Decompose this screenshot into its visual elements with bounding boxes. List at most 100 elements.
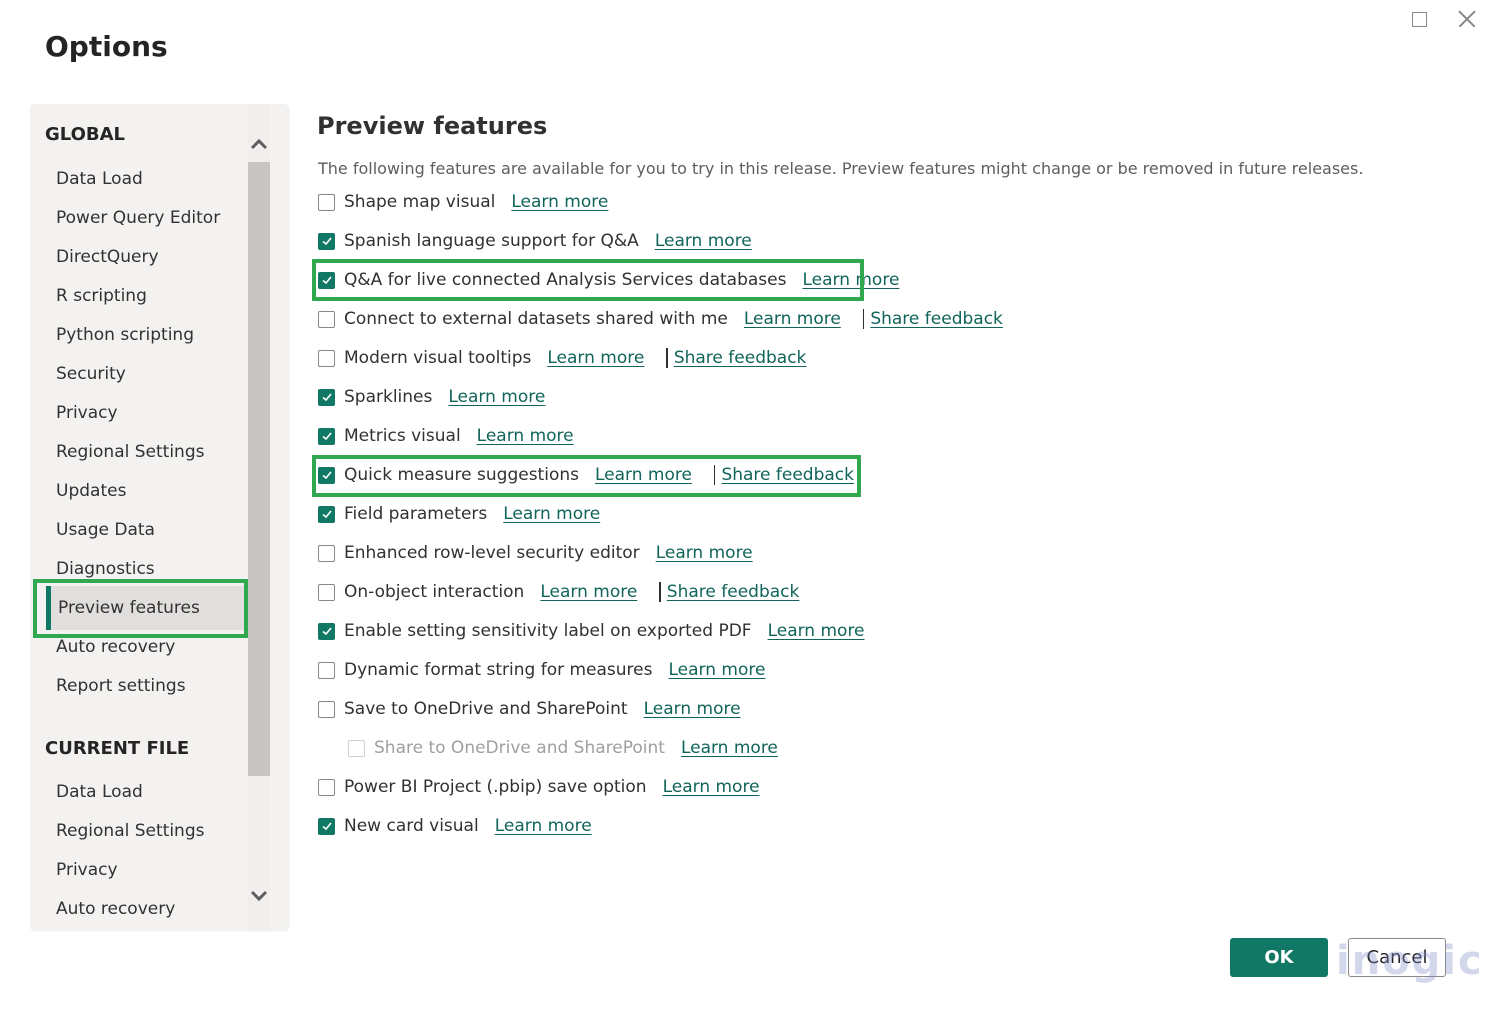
sidebar-item-power-query-editor[interactable]: Power Query Editor (46, 196, 244, 240)
feature-checkbox[interactable] (318, 271, 335, 289)
learn-more-link[interactable]: Learn more (503, 504, 600, 524)
scroll-thumb[interactable] (248, 162, 270, 776)
sidebar-item-diagnostics[interactable]: Diagnostics (46, 547, 244, 591)
feature-row-field-parameters: Field parameters Learn more (318, 499, 600, 529)
sidebar-item-directquery[interactable]: DirectQuery (46, 235, 244, 279)
feature-label: Share to OneDrive and SharePoint (374, 738, 665, 758)
feature-label: Spanish language support for Q&A (344, 231, 639, 251)
scroll-up-button[interactable] (248, 132, 270, 156)
dialog-title: Options (45, 30, 168, 63)
learn-more-link[interactable]: Learn more (802, 270, 899, 290)
feature-checkbox[interactable] (318, 232, 335, 250)
learn-more-link[interactable]: Learn more (655, 231, 752, 251)
sidebar-item-preview-features[interactable]: Preview features (46, 586, 244, 630)
learn-more-link[interactable]: Learn more (495, 816, 592, 836)
learn-more-link[interactable]: Learn more (644, 699, 741, 719)
learn-more-link[interactable]: Learn more (681, 738, 778, 758)
feature-label: Connect to external datasets shared with… (344, 309, 728, 329)
feature-checkbox[interactable] (318, 349, 335, 367)
feature-label: Field parameters (344, 504, 488, 524)
feature-label: On-object interaction (344, 582, 525, 602)
feature-row-share-to-onedrive-and-sharepoint: Share to OneDrive and SharePoint Learn mo… (348, 733, 778, 763)
feature-label: New card visual (344, 816, 479, 836)
learn-more-link[interactable]: Learn more (656, 543, 753, 563)
sidebar-item-auto-recovery[interactable]: Auto recovery (46, 625, 244, 669)
learn-more-link[interactable]: Learn more (744, 309, 841, 329)
sidebar-item-file-data-load[interactable]: Data Load (46, 770, 244, 814)
checkmark-icon (321, 471, 332, 480)
feature-checkbox[interactable] (318, 388, 335, 406)
feature-checkbox[interactable] (318, 466, 335, 484)
checkmark-icon (321, 822, 332, 831)
feature-row-metrics-visual: Metrics visual Learn more (318, 421, 574, 451)
checkmark-icon (321, 432, 332, 441)
options-sidebar: GLOBAL Data Load Power Query Editor Direct… (30, 104, 288, 930)
feature-checkbox[interactable] (318, 817, 335, 835)
feature-checkbox[interactable] (318, 700, 335, 718)
feature-checkbox[interactable] (318, 193, 335, 211)
maximize-button[interactable] (1408, 8, 1430, 30)
sidebar-item-security[interactable]: Security (46, 352, 244, 396)
share-feedback-link[interactable]: Share feedback (674, 348, 807, 368)
section-header-current-file: CURRENT FILE (45, 738, 190, 759)
sidebar-item-report-settings[interactable]: Report settings (46, 664, 244, 708)
learn-more-link[interactable]: Learn more (768, 621, 865, 641)
sidebar-scrollbar[interactable] (248, 104, 270, 930)
share-feedback-link[interactable]: Share feedback (870, 309, 1003, 329)
sidebar-item-data-load[interactable]: Data Load (46, 157, 244, 201)
ok-button[interactable]: OK (1230, 938, 1328, 977)
feature-checkbox[interactable] (318, 583, 335, 601)
maximize-icon (1412, 12, 1427, 27)
learn-more-link[interactable]: Learn more (448, 387, 545, 407)
learn-more-link[interactable]: Learn more (540, 582, 637, 602)
sidebar-item-file-regional-settings[interactable]: Regional Settings (46, 809, 244, 853)
feature-checkbox[interactable] (318, 661, 335, 679)
learn-more-link[interactable]: Learn more (511, 192, 608, 212)
feature-label: Shape map visual (344, 192, 496, 212)
learn-more-link[interactable]: Learn more (668, 660, 765, 680)
sidebar-item-file-auto-recovery[interactable]: Auto recovery (46, 887, 244, 930)
scroll-down-button[interactable] (248, 884, 270, 908)
learn-more-link[interactable]: Learn more (663, 777, 760, 797)
feature-row-power-bi-project-pbip-save-option: Power BI Project (.pbip) save option Lear… (318, 772, 760, 802)
checkmark-icon (321, 510, 332, 519)
feature-row-quick-measure-suggestions: Quick measure suggestions Learn more Share… (318, 460, 854, 490)
sidebar-item-file-privacy[interactable]: Privacy (46, 848, 244, 892)
sidebar-item-python-scripting[interactable]: Python scripting (46, 313, 244, 357)
feature-label: Sparklines (344, 387, 433, 407)
sidebar-item-r-scripting[interactable]: R scripting (46, 274, 244, 318)
link-separator (666, 348, 668, 368)
feature-row-connect-to-external-datasets-shared-with-me: Connect to external datasets shared with… (318, 304, 1003, 334)
close-button[interactable] (1455, 8, 1477, 30)
feature-label: Metrics visual (344, 426, 461, 446)
checkmark-icon (321, 276, 332, 285)
cancel-button[interactable]: Cancel (1348, 938, 1446, 977)
link-separator (659, 582, 661, 602)
share-feedback-link[interactable]: Share feedback (667, 582, 800, 602)
sidebar-item-regional-settings[interactable]: Regional Settings (46, 430, 244, 474)
feature-checkbox[interactable] (318, 310, 335, 328)
feature-row-enable-setting-sensitivity-label-on-exported-pdf: Enable setting sensitivity label on expo… (318, 616, 865, 646)
feature-checkbox[interactable] (318, 778, 335, 796)
learn-more-link[interactable]: Learn more (477, 426, 574, 446)
feature-checkbox[interactable] (318, 544, 335, 562)
feature-label: Q&A for live connected Analysis Services… (344, 270, 787, 290)
feature-row-shape-map-visual: Shape map visual Learn more (318, 187, 608, 217)
feature-checkbox[interactable] (318, 505, 335, 523)
feature-row-q-a-for-live-connected-analysis-services-databases: Q&A for live connected Analysis Services… (318, 265, 899, 295)
feature-row-sparklines: Sparklines Learn more (318, 382, 545, 412)
sidebar-item-updates[interactable]: Updates (46, 469, 244, 513)
share-feedback-link[interactable]: Share feedback (721, 465, 854, 485)
feature-label: Power BI Project (.pbip) save option (344, 777, 647, 797)
learn-more-link[interactable]: Learn more (547, 348, 644, 368)
feature-row-modern-visual-tooltips: Modern visual tooltips Learn more Share fe… (318, 343, 806, 373)
link-separator (862, 309, 865, 329)
feature-checkbox[interactable] (318, 427, 335, 445)
sidebar-item-usage-data[interactable]: Usage Data (46, 508, 244, 552)
feature-row-enhanced-row-level-security-editor: Enhanced row-level security editor Learn … (318, 538, 753, 568)
learn-more-link[interactable]: Learn more (595, 465, 692, 485)
feature-checkbox[interactable] (318, 622, 335, 640)
checkmark-icon (321, 393, 332, 402)
checkmark-icon (321, 627, 332, 636)
sidebar-item-privacy[interactable]: Privacy (46, 391, 244, 435)
